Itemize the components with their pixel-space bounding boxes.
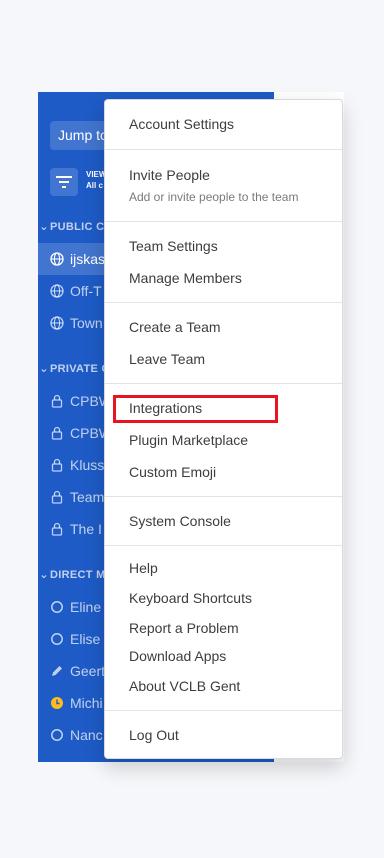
private-channels-header[interactable]: ⌄PRIVATE C bbox=[38, 362, 110, 375]
menu-item-log-out[interactable]: Log Out bbox=[129, 727, 179, 743]
menu-divider bbox=[105, 545, 342, 546]
lock-icon bbox=[51, 426, 63, 440]
chevron-down-icon: ⌄ bbox=[39, 363, 49, 375]
menu-item-download-apps[interactable]: Download Apps bbox=[129, 648, 226, 664]
lock-icon bbox=[51, 490, 63, 504]
menu-item-about[interactable]: About VCLB Gent bbox=[129, 678, 240, 694]
invite-people-description: Add or invite people to the team bbox=[129, 190, 299, 204]
menu-divider bbox=[105, 383, 342, 384]
menu-divider bbox=[105, 221, 342, 222]
chevron-down-icon: ⌄ bbox=[39, 221, 49, 233]
menu-item-account-settings[interactable]: Account Settings bbox=[129, 116, 234, 132]
pencil-icon bbox=[52, 666, 62, 676]
menu-item-keyboard-shortcuts[interactable]: Keyboard Shortcuts bbox=[129, 590, 252, 606]
offline-status-icon bbox=[51, 729, 63, 741]
filter-icon bbox=[56, 176, 72, 188]
away-status-icon bbox=[51, 697, 63, 709]
offline-status-icon bbox=[51, 633, 63, 645]
lock-icon bbox=[51, 522, 63, 536]
offline-status-icon bbox=[51, 601, 63, 613]
integrations-highlight-box bbox=[113, 395, 278, 423]
globe-icon bbox=[50, 252, 64, 266]
menu-item-manage-members[interactable]: Manage Members bbox=[129, 270, 242, 286]
lock-icon bbox=[51, 394, 63, 408]
menu-divider bbox=[105, 302, 342, 303]
menu-item-report-problem[interactable]: Report a Problem bbox=[129, 620, 239, 636]
menu-divider bbox=[105, 496, 342, 497]
filter-button[interactable] bbox=[50, 168, 78, 196]
globe-icon bbox=[50, 316, 64, 330]
team-main-menu: Account Settings Invite People Add or in… bbox=[104, 99, 343, 759]
menu-item-invite-people[interactable]: Invite People bbox=[129, 167, 210, 183]
menu-item-help[interactable]: Help bbox=[129, 560, 158, 576]
menu-item-custom-emoji[interactable]: Custom Emoji bbox=[129, 464, 216, 480]
chevron-down-icon: ⌄ bbox=[39, 569, 49, 581]
menu-item-plugin-marketplace[interactable]: Plugin Marketplace bbox=[129, 432, 248, 448]
menu-divider bbox=[105, 149, 342, 150]
lock-icon bbox=[51, 458, 63, 472]
globe-icon bbox=[50, 284, 64, 298]
menu-item-team-settings[interactable]: Team Settings bbox=[129, 238, 218, 254]
menu-divider bbox=[105, 710, 342, 711]
menu-item-system-console[interactable]: System Console bbox=[129, 513, 231, 529]
direct-messages-header[interactable]: ⌄DIRECT M bbox=[38, 568, 106, 581]
menu-item-create-team[interactable]: Create a Team bbox=[129, 319, 221, 335]
public-channels-header[interactable]: ⌄PUBLIC C bbox=[38, 220, 104, 233]
menu-item-leave-team[interactable]: Leave Team bbox=[129, 351, 205, 367]
